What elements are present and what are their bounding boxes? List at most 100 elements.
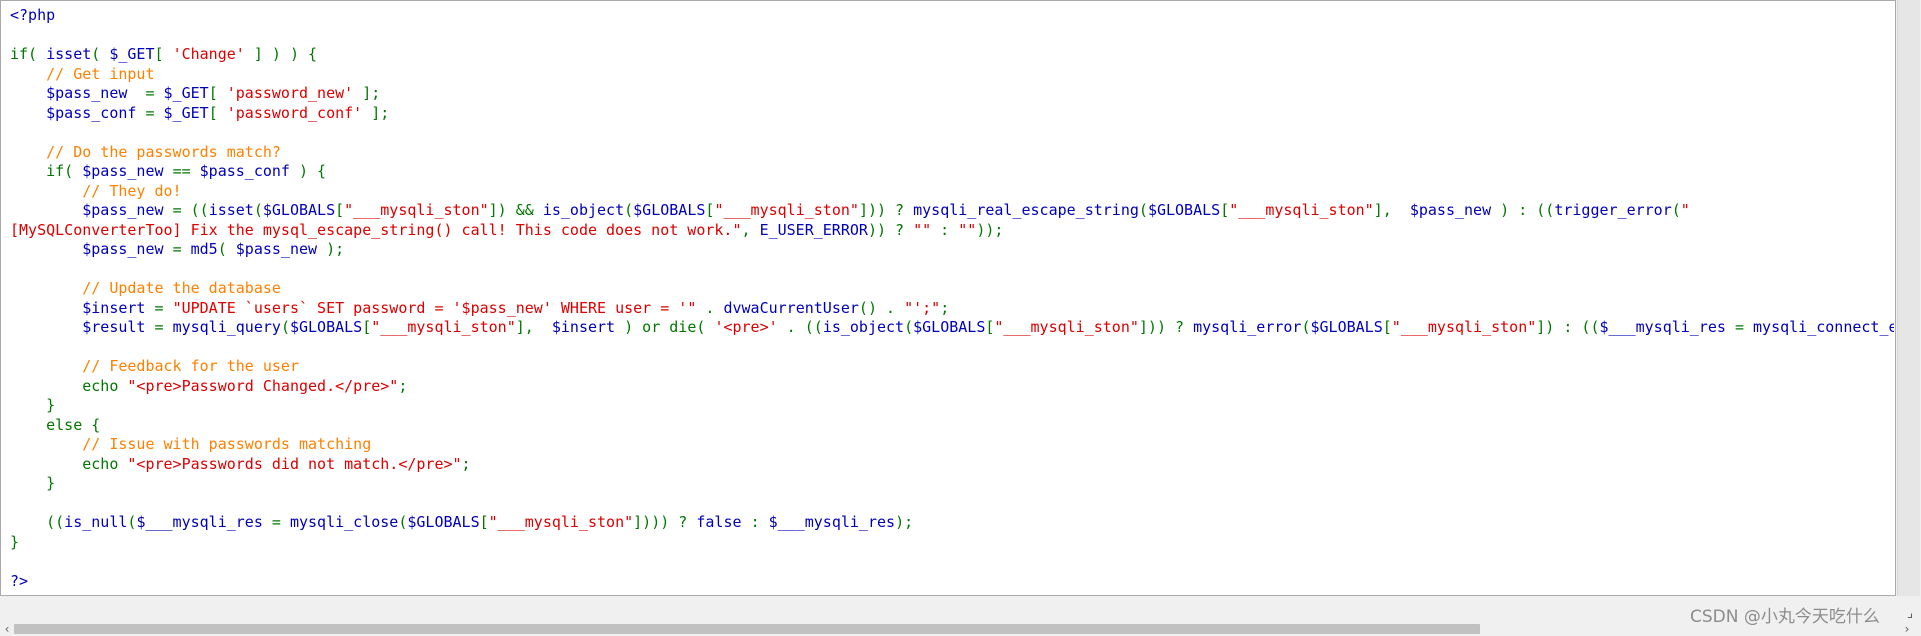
code-token: ( (91, 45, 110, 63)
code-token: ])) ? (858, 201, 914, 219)
code-token: is_object (822, 318, 905, 336)
code-line: } (10, 396, 1894, 416)
code-token: ]; (362, 103, 390, 122)
code-token: $GLOBALS (1147, 201, 1221, 219)
source-code-viewer[interactable]: <?php if( isset( $_GET[ 'Change' ] ) ) {… (0, 0, 1894, 594)
code-token: ]) : (( (1536, 318, 1600, 336)
code-token: " (1680, 201, 1690, 219)
code-line: ((is_null($___mysqli_res = mysqli_close(… (10, 513, 1894, 533)
code-line: $insert = "UPDATE `users` SET password =… (10, 299, 1894, 319)
code-token: 'Change' (172, 45, 245, 63)
code-token: ); (326, 240, 345, 258)
code-token: "___mysqli_ston" (714, 201, 859, 219)
vertical-scrollbar-thumb[interactable] (1897, 0, 1920, 596)
code-token: mysqli_real_escape_string (913, 201, 1139, 219)
code-line: // Feedback for the user (10, 357, 1894, 377)
code-token: , (741, 220, 760, 239)
code-line: echo "<pre>Passwords did not match.</pre… (10, 455, 1894, 475)
code-token: ( (1138, 201, 1148, 219)
code-line: <?php (10, 6, 1894, 26)
code-token: = (145, 103, 164, 122)
code-token: ( (1671, 201, 1681, 219)
code-token: // Issue with passwords matching (10, 435, 372, 453)
code-token: } (10, 474, 56, 492)
code-token: is_object (542, 201, 625, 219)
code-token: $pass_conf (199, 162, 299, 180)
code-token: "<pre>Passwords did not match.</pre>" (127, 454, 462, 473)
code-line: $result = mysqli_query($GLOBALS["___mysq… (10, 318, 1894, 338)
code-token: ( (1301, 318, 1311, 336)
code-token: [ (208, 84, 227, 102)
code-token: ( (624, 201, 634, 219)
resize-grip-icon[interactable]: ⌟ (1907, 606, 1913, 621)
code-token: '<pre>' (714, 318, 778, 336)
scroll-right-arrow-icon[interactable]: › (1900, 622, 1914, 636)
code-token: $insert (10, 298, 155, 317)
code-token: = (154, 318, 173, 336)
code-line: $pass_new = md5( $pass_new ); (10, 240, 1894, 260)
code-token: $pass_conf (10, 103, 146, 122)
code-token: isset (208, 201, 254, 219)
code-line: [MySQLConverterToo] Fix the mysql_escape… (10, 221, 1894, 241)
code-token: $___mysqli_res (768, 513, 896, 531)
code-token: "___mysqli_ston" (1391, 318, 1537, 336)
code-token: ?> (10, 571, 29, 590)
window-bottom-margin (0, 596, 1896, 622)
code-token: // They do! (10, 181, 182, 200)
code-token: ], (1373, 201, 1410, 219)
code-token: [ (208, 103, 227, 122)
code-token: ( (280, 318, 290, 336)
code-token: $pass_new (235, 240, 327, 258)
code-token: [MySQLConverterToo] Fix the mysql_escape… (10, 220, 742, 239)
code-token: ) { (299, 162, 327, 180)
code-token: if( (10, 162, 83, 180)
code-token: } (10, 532, 20, 551)
code-token: 'password_new' (226, 84, 354, 102)
code-token: $pass_new (10, 240, 173, 258)
code-line: if( isset( $_GET[ 'Change' ] ) ) { (10, 45, 1894, 65)
code-token: )); (976, 220, 1004, 239)
code-line: $pass_conf = $_GET[ 'password_conf' ]; (10, 104, 1894, 124)
code-token: // Update the database (10, 279, 281, 297)
code-token: $_GET (163, 103, 209, 122)
code-token: [ (335, 201, 345, 219)
code-token: == (172, 162, 200, 180)
code-token: ); (895, 513, 914, 531)
scroll-left-arrow-icon[interactable]: ‹ (0, 622, 14, 636)
code-token: <?php (10, 6, 56, 24)
horizontal-scrollbar-thumb[interactable] (14, 624, 1480, 634)
code-token: $GLOBALS (633, 201, 706, 219)
code-line: $pass_new = ((isset($GLOBALS["___mysqli_… (10, 201, 1894, 221)
code-token: dvwaCurrentUser (723, 298, 859, 317)
code-token: } (10, 396, 56, 414)
code-line: if( $pass_new == $pass_conf ) { (10, 162, 1894, 182)
code-token: $result (10, 318, 155, 336)
code-line: $pass_new = $_GET[ 'password_new' ]; (10, 84, 1894, 104)
code-token: . (( (777, 318, 823, 336)
code-token: () . (858, 298, 905, 317)
code-line: } (10, 533, 1894, 553)
code-token: $GLOBALS (1310, 318, 1383, 336)
code-token: (( (10, 513, 65, 531)
code-token: // Feedback for the user (10, 357, 299, 375)
code-token: "___mysqli_ston" (371, 318, 516, 336)
code-token: "___mysqli_ston" (488, 513, 634, 531)
code-token: isset (46, 45, 92, 63)
code-token: [ (1382, 318, 1392, 336)
code-token: "___mysqli_ston" (344, 201, 489, 219)
code-token: md5 (190, 240, 218, 258)
code-token: "___mysqli_ston" (994, 318, 1139, 336)
code-token: ]) && (488, 201, 543, 219)
code-line: // They do! (10, 182, 1894, 202)
code-line: else { (10, 416, 1894, 436)
code-token: [ (362, 318, 372, 336)
code-token: mysqli_error (1193, 318, 1302, 336)
code-token: "';" (904, 298, 941, 317)
code-token: $GLOBALS (262, 201, 336, 219)
code-token: ) or die( (624, 318, 715, 336)
code-token: E_USER_ERROR (759, 220, 868, 239)
code-token: "___mysqli_ston" (1229, 201, 1374, 219)
horizontal-scrollbar[interactable]: ‹ › (0, 622, 1921, 636)
